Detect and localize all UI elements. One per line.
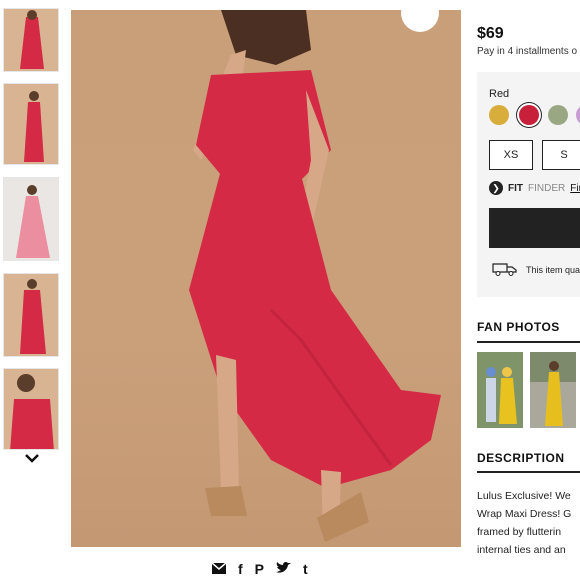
fit-label: FIT bbox=[508, 182, 523, 194]
share-bar: f P t bbox=[211, 561, 308, 576]
chevron-down-icon[interactable] bbox=[22, 450, 42, 466]
description-heading: DESCRIPTION bbox=[477, 451, 565, 465]
pinterest-icon[interactable]: P bbox=[255, 562, 264, 576]
installments-text: Pay in 4 installments o bbox=[477, 46, 578, 57]
swatch-sage[interactable] bbox=[548, 105, 568, 125]
description-line: internal ties and an bbox=[477, 544, 566, 556]
product-price: $69 bbox=[477, 25, 504, 42]
color-label: Red bbox=[489, 88, 510, 100]
thumbnail-column bbox=[0, 0, 62, 580]
thumbnail-3-image bbox=[16, 185, 50, 258]
shipping-info: This item qua bbox=[492, 262, 580, 278]
thumbnail-1-image bbox=[20, 10, 44, 69]
shipping-text: This item qua bbox=[526, 265, 580, 275]
truck-icon bbox=[492, 262, 518, 278]
size-xs-button[interactable]: XS bbox=[489, 140, 533, 170]
add-to-bag-button[interactable] bbox=[489, 208, 580, 248]
finder-label: FINDER bbox=[528, 182, 566, 194]
thumbnail-5[interactable] bbox=[3, 368, 59, 450]
thumbnail-4[interactable] bbox=[3, 273, 59, 357]
email-icon[interactable] bbox=[211, 562, 227, 576]
description-line: Wrap Maxi Dress! G bbox=[477, 508, 572, 520]
fan-photo-2[interactable] bbox=[530, 352, 576, 428]
size-s-button[interactable]: S bbox=[542, 140, 580, 170]
tumblr-icon[interactable]: t bbox=[303, 562, 308, 576]
description-line: framed by flutterin bbox=[477, 526, 562, 538]
fit-finder-icon: ❯ bbox=[489, 181, 503, 195]
swatch-red[interactable] bbox=[519, 105, 539, 125]
facebook-icon[interactable]: f bbox=[238, 562, 243, 576]
dress-model-illustration bbox=[189, 10, 441, 542]
twitter-icon[interactable] bbox=[276, 561, 292, 576]
thumbnail-5-image bbox=[10, 374, 54, 449]
description-text: Lulus Exclusive! We Wrap Maxi Dress! G f… bbox=[477, 487, 580, 559]
fit-finder: ❯ FIT FINDER Fin bbox=[489, 181, 580, 195]
thumbnail-1[interactable] bbox=[3, 8, 59, 72]
fan-photos-heading: FAN PHOTOS bbox=[477, 320, 560, 334]
thumbnail-2-image bbox=[24, 91, 44, 162]
description-divider bbox=[477, 471, 580, 473]
fit-finder-link[interactable]: Fin bbox=[570, 183, 580, 194]
thumbnail-4-image bbox=[20, 279, 46, 354]
thumbnail-3[interactable] bbox=[3, 177, 59, 261]
fan-photo-1[interactable] bbox=[477, 352, 523, 428]
description-line: Lulus Exclusive! We bbox=[477, 490, 571, 502]
swatch-mustard[interactable] bbox=[489, 105, 509, 125]
main-product-image[interactable] bbox=[71, 10, 461, 547]
thumbnail-2[interactable] bbox=[3, 83, 59, 165]
fan-photos-divider bbox=[477, 341, 580, 343]
